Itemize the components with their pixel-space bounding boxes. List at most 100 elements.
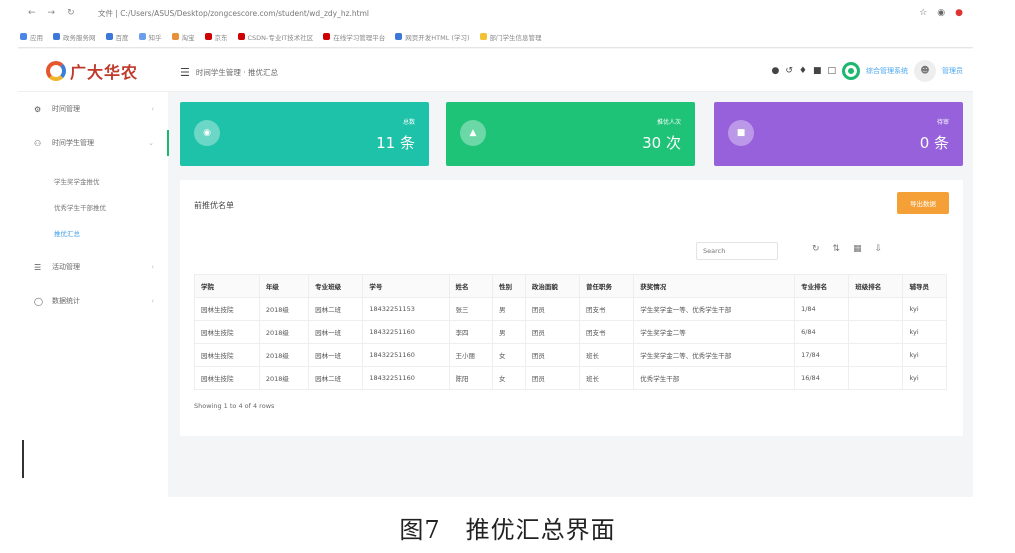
avatar[interactable]	[842, 62, 860, 80]
table-cell: 优秀学生干部	[633, 366, 796, 390]
table-row[interactable]: 园林生技院 2018级 园林一班 18432251160 王小丽女团员 班长 学生奖学金二等…	[194, 343, 947, 367]
bookmark-item[interactable]: 知乎	[138, 32, 162, 42]
table-cell: 2018级	[258, 343, 310, 367]
palette-icon[interactable]: ●	[771, 66, 779, 76]
column-header[interactable]: 姓名	[448, 274, 494, 298]
refresh-icon[interactable]: ↻	[812, 244, 820, 254]
bookmark-item[interactable]: 政务服务网	[53, 32, 96, 42]
table-cell: 18432251160	[362, 366, 450, 390]
stat-label: 推优人次	[656, 119, 681, 126]
table-cell: 园林生技院	[194, 366, 260, 390]
column-header[interactable]: 班级排名	[848, 274, 904, 298]
bookmark-icon	[20, 33, 27, 40]
address-bar-row: ← → ↻ 文件 | C:/Users/ASUS/Desktop/zongces…	[18, 0, 973, 26]
export-button[interactable]: 导出数据	[897, 192, 949, 214]
column-header[interactable]: 学院	[194, 274, 260, 298]
table-cell: 班长	[579, 366, 635, 390]
column-header[interactable]: 政治面貌	[524, 274, 581, 298]
app-header: 广大华农 ☰ 时间学生管理 · 推优汇总 ● ↺ ♦ ■ □ 综合管理系统 ☻ …	[18, 49, 973, 92]
table-cell: 园林生技院	[194, 297, 260, 321]
bookmark-item[interactable]: 百度	[105, 32, 129, 42]
user-name[interactable]: 管理员	[942, 66, 963, 76]
table-cell: 男	[492, 320, 526, 344]
table-row[interactable]: 园林生技院 2018级 园林一班 18432251160 李四男团员 团支书 学生奖学金二等…	[194, 320, 947, 344]
lock-icon[interactable]: ■	[813, 66, 822, 76]
table-cell: 团支书	[579, 297, 635, 321]
table-cell: 16/84	[794, 366, 850, 390]
table-cell: 园林一班	[308, 320, 364, 344]
stat-card-pending: ■ 待审 0 条	[714, 102, 963, 166]
forward-icon[interactable]: →	[48, 8, 56, 18]
chevron-left-icon: ‹	[151, 297, 154, 305]
bookmark-icon	[395, 33, 403, 40]
flame-icon: ▲	[460, 120, 486, 146]
table-cell: 团支书	[579, 320, 635, 344]
table-cell: 1/84	[794, 297, 850, 321]
bookmark-item[interactable]: 网页开发HTML (学习)	[395, 32, 470, 42]
toggle-icon[interactable]: ⇅	[833, 244, 841, 254]
table-cell: 18432251153	[362, 297, 450, 321]
bookmark-label: 网页开发HTML (学习)	[405, 33, 470, 42]
column-header[interactable]: 性别	[492, 274, 526, 298]
bookmark-label: 部门学生信息管理	[489, 33, 542, 42]
sidebar-item-statistics[interactable]: ◯ 数据统计 ‹	[18, 284, 168, 318]
bookmark-icon	[204, 33, 212, 40]
table-cell: 王小丽	[448, 343, 494, 367]
sidebar-subitem-cadre[interactable]: 优秀学生干部推优	[18, 194, 168, 220]
column-header[interactable]: 年级	[258, 274, 310, 298]
list-icon: ☰	[34, 262, 42, 272]
bookmark-item[interactable]: 在线学习管理平台	[323, 32, 385, 42]
table-cell: 学生奖学金二等	[633, 320, 796, 344]
column-header[interactable]: 专业排名	[794, 274, 850, 298]
bookmark-label: 百度	[115, 33, 129, 42]
search-input[interactable]	[696, 242, 778, 260]
bookmark-item[interactable]: CSDN-专业IT技术社区	[237, 32, 313, 42]
user-avatar[interactable]: ☻	[914, 60, 936, 82]
column-header[interactable]: 辅导员	[902, 274, 947, 298]
logo-text: 广大华农	[70, 63, 139, 82]
column-header[interactable]: 学号	[362, 274, 450, 298]
sidebar-item-label: 时间学生管理	[52, 139, 94, 147]
column-header[interactable]: 曾任职务	[579, 274, 635, 298]
table-row[interactable]: 园林生技院 2018级 园林二班 18432251153 张三男团员 团支书 学生奖学金一等…	[194, 297, 947, 321]
table-body: 园林生技院 2018级 园林二班 18432251153 张三男团员 团支书 学生奖学金一等…	[194, 297, 947, 390]
table-cell: 学生奖学金一等、优秀学生干部	[633, 297, 796, 321]
star-icon[interactable]: ☆	[919, 8, 927, 18]
sidebar-subitem-scholarship[interactable]: 学生奖学金推优	[18, 168, 168, 194]
bookmark-icon	[323, 33, 331, 40]
bookmarks-bar: 应用 政务服务网 百度 知乎 淘宝 京东 CSDN-专业IT技术社区 在线学习管理平台 网页开发…	[18, 26, 973, 48]
bookmark-item[interactable]: 淘宝	[171, 32, 195, 42]
sidebar-item-label: 活动管理	[52, 263, 80, 271]
stat-card-total: ◉ 总数 11 条	[180, 102, 429, 166]
columns-icon[interactable]: ▦	[853, 244, 862, 254]
sidebar-subitem-summary[interactable]: 推优汇总	[18, 220, 168, 246]
system-link[interactable]: 综合管理系统	[866, 66, 908, 76]
history-icon[interactable]: ↺	[785, 66, 793, 76]
column-header[interactable]: 专业班级	[308, 274, 364, 298]
bookmark-item[interactable]: 部门学生信息管理	[479, 32, 542, 42]
fullscreen-icon[interactable]: □	[827, 66, 836, 76]
table-row[interactable]: 园林生技院 2018级 园林二班 18432251160 陈阳女团员 班长 优秀学生干部 16…	[194, 366, 947, 390]
stat-value: 11 条	[376, 134, 415, 152]
back-icon[interactable]: ←	[28, 8, 36, 18]
bookmark-item[interactable]: 京东	[204, 32, 228, 42]
bookmark-item[interactable]: 应用	[20, 32, 43, 42]
bookmark-icon	[479, 33, 487, 40]
profile-icon[interactable]: ◉	[937, 8, 945, 18]
extension-icon[interactable]: ●	[955, 8, 963, 18]
sidebar-item-label: 时间管理	[52, 105, 80, 113]
sidebar-item-student-management[interactable]: ⚇ 时间学生管理 ⌄	[18, 126, 169, 160]
table-cell: 女	[492, 343, 526, 367]
column-header[interactable]: 获奖情况	[633, 274, 796, 298]
url-field[interactable]: 文件 | C:/Users/ASUS/Desktop/zongcescore.c…	[98, 8, 919, 19]
table-cell: 6/84	[794, 320, 850, 344]
sidebar-item-activity[interactable]: ☰ 活动管理 ‹	[18, 250, 168, 284]
menu-toggle-icon[interactable]: ☰	[180, 66, 190, 79]
browser-nav: ← → ↻	[18, 8, 98, 18]
bell-icon[interactable]: ♦	[799, 66, 807, 76]
sidebar-item-time-management[interactable]: ⚙ 时间管理 ‹	[18, 92, 168, 126]
export-icon[interactable]: ⇩	[875, 244, 883, 254]
bookmark-label: 知乎	[148, 33, 162, 42]
panel-title: 前推优名单	[194, 201, 234, 210]
reload-icon[interactable]: ↻	[67, 8, 75, 18]
